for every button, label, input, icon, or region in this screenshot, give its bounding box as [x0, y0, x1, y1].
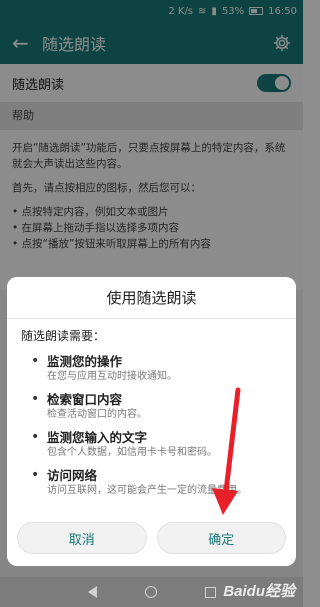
bullet-icon: • [31, 429, 40, 445]
permission-item: • 监测您的操作 在您与应用互动时接收通知。 [7, 348, 296, 386]
nav-recent-icon[interactable] [204, 586, 216, 598]
permission-title: 监测您输入的文字 [47, 430, 148, 445]
nav-home-icon[interactable] [144, 586, 157, 598]
dialog-intro: 随选朗读需要： [21, 329, 106, 343]
permission-desc: 包含个人数据，如信用卡卡号和密码。 [47, 447, 217, 458]
permission-desc: 访问互联网，这可能会产生一定的流量费用。 [47, 485, 247, 496]
dialog-buttons: 取消 确定 [17, 522, 286, 554]
bullet-icon: • [31, 353, 40, 369]
nav-back-icon[interactable] [87, 586, 97, 598]
permission-desc: 在您与应用互动时接收通知。 [47, 371, 177, 382]
ok-button[interactable]: 确定 [156, 522, 286, 554]
permission-item: • 检索窗口内容 检查活动窗口的内容。 [7, 386, 296, 424]
permission-title: 访问网络 [47, 468, 98, 483]
permission-title: 监测您的操作 [47, 354, 123, 369]
dialog-title: 使用随选朗读 [7, 277, 296, 319]
permission-item: • 访问网络 访问互联网，这可能会产生一定的流量费用。 [7, 462, 296, 500]
permission-desc: 检查活动窗口的内容。 [47, 409, 147, 420]
bullet-icon: • [31, 467, 40, 483]
baidu-watermark: Baidu经验 [223, 583, 295, 600]
permission-dialog: 使用随选朗读 随选朗读需要： • 监测您的操作 在您与应用互动时接收通知。 • … [7, 277, 296, 566]
cancel-button[interactable]: 取消 [17, 522, 147, 554]
permission-item: • 监测您输入的文字 包含个人数据，如信用卡卡号和密码。 [7, 424, 296, 462]
permission-title: 检索窗口内容 [47, 392, 123, 407]
bullet-icon: • [31, 391, 40, 407]
